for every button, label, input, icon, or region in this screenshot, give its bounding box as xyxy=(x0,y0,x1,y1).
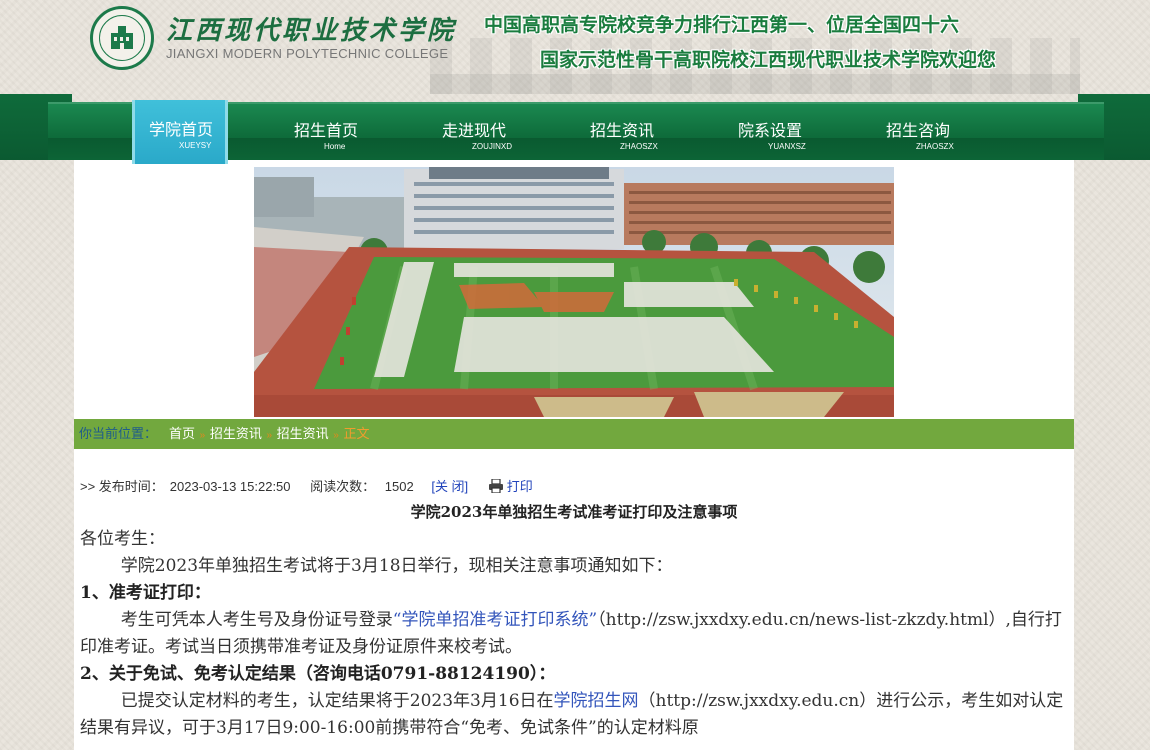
nav-item-sublabel: XUEYSY xyxy=(179,141,212,150)
print-button[interactable]: 打印 xyxy=(488,479,539,494)
admission-site-link[interactable]: 学院招生网 xyxy=(554,691,639,711)
nav-item-admission-home[interactable]: 招生首页 Home xyxy=(280,102,428,160)
intro-paragraph: 学院2023年单独招生考试将于3月18日举行，现相关注意事项通知如下： xyxy=(120,556,673,576)
views-label: 阅读次数： xyxy=(310,479,376,494)
breadcrumb-home-link[interactable]: 首页 xyxy=(169,426,195,441)
nav-item-label: 招生咨询 xyxy=(886,123,951,140)
stadium-photo xyxy=(254,167,894,417)
nav-item-sublabel: Home xyxy=(324,142,346,151)
s1-text-pre: 考生可凭本人考生号及身份证号登录 xyxy=(120,610,393,630)
article-meta: >> 发布时间： 2023-03-13 15:22:50 阅读次数： 1502 [… xyxy=(80,476,545,495)
main-navigation: 学院首页 XUEYSY 招生首页 Home 走进现代 ZOUJINXD 招生资讯… xyxy=(0,94,1150,164)
college-name-en: JIANGXI MODERN POLYTECHNIC COLLEGE xyxy=(166,46,449,61)
breadcrumb-current: 正文 xyxy=(343,426,370,441)
nav-item-sublabel: ZOUJINXD xyxy=(472,142,512,151)
article-title: 学院2023年单独招生考试准考证打印及注意事项 xyxy=(410,503,738,521)
slogan-line-1: 中国高职高专院校竞争力排行江西第一、位居全国四十六 xyxy=(484,15,960,36)
college-name-cn[interactable]: 江西现代职业技术学院 xyxy=(166,10,456,47)
breadcrumb-label: 你当前位置： xyxy=(79,426,158,441)
nav-item-sublabel: ZHAOSZX xyxy=(916,142,954,151)
article-body: 各位考生： 学院2023年单独招生考试将于3月18日举行，现相关注意事项通知如下… xyxy=(80,526,1065,742)
nav-item-label: 招生首页 xyxy=(294,123,359,140)
nav-item-admission-news[interactable]: 招生资讯 ZHAOSZX xyxy=(576,102,724,160)
nav-item-label: 院系设置 xyxy=(738,123,803,140)
section-1-paragraph: 考生可凭本人考生号及身份证号登录“学院单招准考证打印系统”（http://zsw… xyxy=(80,607,1065,661)
nav-item-sublabel: ZHAOSZX xyxy=(620,142,658,151)
section-2-heading: 2、关于免试、免考认定结果（咨询电话0791-88124190）： xyxy=(80,664,556,684)
site-header: 江西现代职业技术学院 JIANGXI MODERN POLYTECHNIC CO… xyxy=(0,0,1150,94)
publish-time: 2023-03-13 15:22:50 xyxy=(169,479,291,494)
nav-item-label: 学院首页 xyxy=(149,122,214,139)
breadcrumb-separator-icon: » xyxy=(333,430,339,441)
breadcrumb-separator-icon: » xyxy=(199,430,206,441)
print-label: 打印 xyxy=(506,479,533,494)
ticket-print-system-link[interactable]: “学院单招准考证打印系统” xyxy=(393,610,597,630)
nav-item-about[interactable]: 走进现代 ZOUJINXD xyxy=(428,102,576,160)
nav-bar-body: 学院首页 XUEYSY 招生首页 Home 走进现代 ZOUJINXD 招生资讯… xyxy=(48,100,1104,164)
building-icon xyxy=(111,26,133,49)
nav-item-college-home[interactable]: 学院首页 XUEYSY xyxy=(132,100,228,164)
section-1-heading: 1、准考证打印： xyxy=(80,583,211,603)
printer-icon xyxy=(488,479,503,493)
meta-prefix: >> 发布时间： xyxy=(80,479,164,494)
nav-item-departments[interactable]: 院系设置 YUANXSZ xyxy=(724,102,872,160)
breadcrumb-news-link-2[interactable]: 招生资讯 xyxy=(277,426,329,441)
close-button[interactable]: [关 闭] xyxy=(431,479,468,494)
campus-banner-image xyxy=(254,167,894,417)
nav-item-sublabel: YUANXSZ xyxy=(768,142,806,151)
college-seal-logo[interactable] xyxy=(90,6,154,70)
breadcrumb: 你当前位置： 首页 » 招生资讯 » 招生资讯 » 正文 xyxy=(74,419,1074,449)
breadcrumb-separator-icon: » xyxy=(266,430,273,441)
nav-item-consulting[interactable]: 招生咨询 ZHAOSZX xyxy=(872,102,1020,160)
section-2-paragraph: 已提交认定材料的考生，认定结果将于2023年3月16日在学院招生网（http:/… xyxy=(80,688,1065,742)
content-panel: 你当前位置： 首页 » 招生资讯 » 招生资讯 » 正文 >> 发布时间： 202… xyxy=(74,160,1074,750)
breadcrumb-news-link[interactable]: 招生资讯 xyxy=(210,426,262,441)
nav-item-label: 招生资讯 xyxy=(590,123,655,140)
s2-text-pre: 已提交认定材料的考生，认定结果将于2023年3月16日在 xyxy=(120,691,554,711)
greeting: 各位考生： xyxy=(80,529,165,549)
slogan-line-2: 国家示范性骨干高职院校江西现代职业技术学院欢迎您 xyxy=(540,50,997,71)
nav-item-label: 走进现代 xyxy=(442,123,507,140)
views-count: 1502 xyxy=(384,479,414,494)
